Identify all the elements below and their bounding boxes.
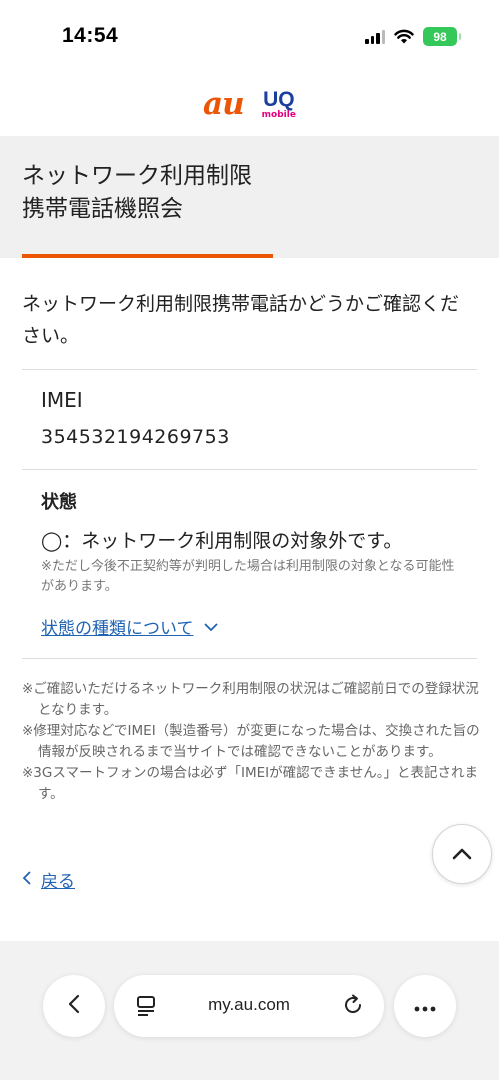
notes-list: ※ご確認いただけるネットワーク利用制限の状況はご確認前日での登録状況となります。… (22, 679, 480, 805)
brand-logos: au UQ mobile (0, 72, 499, 136)
status-time: 14:54 (62, 24, 119, 47)
back-link-label: 戻る (41, 872, 75, 892)
wifi-icon (394, 29, 414, 44)
imei-label: IMEI (41, 388, 83, 412)
browser-back-button[interactable] (43, 975, 105, 1037)
note-item: ※3Gスマートフォンの場合は必ず「IMEIが確認できません。」と表記されます。 (22, 765, 478, 802)
uq-mobile-logo[interactable]: UQ mobile (262, 89, 296, 120)
back-link[interactable]: 戻る (22, 867, 75, 892)
imei-value: 354532194269753 (41, 426, 230, 448)
note-item: ※ご確認いただけるネットワーク利用制限の状況はご確認前日での登録状況となります。 (22, 681, 479, 718)
title-underline (22, 254, 273, 258)
au-logo[interactable]: au (203, 86, 245, 122)
divider (22, 658, 477, 659)
battery-icon: 98 (423, 27, 461, 46)
intro-text: ネットワーク利用制限携帯電話かどうかご確認ください。 (22, 293, 460, 347)
state-value: ◯：ネットワーク利用制限の対象外です。 (41, 530, 403, 552)
state-types-link[interactable]: 状態の種類について (41, 614, 218, 639)
more-options-button[interactable] (394, 975, 456, 1037)
status-bar: 14:54 98 (0, 0, 499, 72)
reload-icon[interactable] (342, 994, 364, 1020)
status-icons: 98 (365, 27, 461, 46)
chevron-left-icon (22, 870, 31, 890)
state-label: 状態 (41, 492, 77, 513)
uq-logo-sub: mobile (261, 109, 296, 120)
page-title-line1: ネットワーク利用制限 (22, 163, 252, 189)
cellular-signal-icon (365, 29, 385, 44)
divider (22, 369, 477, 370)
page-title-band: ネットワーク利用制限 携帯電話機照会 (0, 136, 499, 258)
uq-logo-text: UQ (263, 87, 295, 111)
chevron-left-icon (68, 994, 80, 1018)
note-item: ※修理対応などでIMEI（製造番号）が変更になった場合は、交換された旨の情報が反… (22, 723, 480, 760)
chevron-down-icon (203, 617, 218, 637)
battery-level: 98 (433, 29, 447, 44)
state-note: ※ただし今後不正契約等が判明した場合は利用制限の対象となる可能性があります。 (41, 559, 455, 594)
state-types-link-label: 状態の種類について (41, 619, 194, 639)
page-title: ネットワーク利用制限 携帯電話機照会 (22, 160, 252, 226)
divider (22, 469, 477, 470)
chevron-up-icon (452, 845, 472, 864)
page-title-line2: 携帯電話機照会 (22, 196, 183, 222)
address-bar[interactable]: my.au.com (114, 975, 384, 1037)
scroll-to-top-button[interactable] (432, 824, 492, 884)
ellipsis-icon (414, 997, 436, 1016)
